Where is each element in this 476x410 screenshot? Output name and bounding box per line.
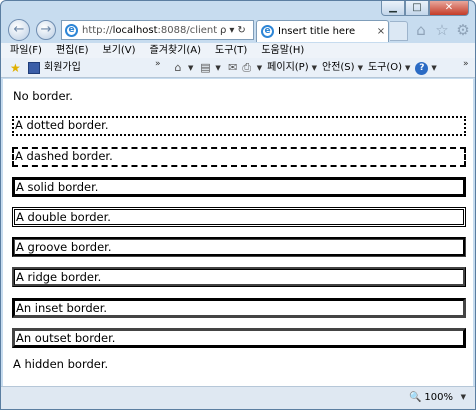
example-outset-border: An outset border. [12,328,466,348]
maximize-button[interactable]: □ [405,1,429,16]
cmd-print-button[interactable]: ⎙ ▼ [240,61,267,75]
help-icon: ? [415,61,429,75]
refresh-icon[interactable]: ↻ [237,25,245,36]
close-button[interactable]: ✕ [429,1,469,16]
cmd-safety-menu[interactable]: 안전(S) ▼ [322,61,368,75]
command-bar: ★ 회원가입 » » ⌂ ▼ ▤ ▼ ✉ ⎙ ▼ 페이지(P) ▼ 안전(S) ▼ 도구(… [1,58,475,78]
mail-icon: ✉ [228,61,238,74]
minimize-button[interactable]: ▁ [381,1,405,16]
chevron-down-icon: ▼ [405,64,411,72]
navigation-bar: ← → e http://localhost:8088/clientweb/cs… [1,17,475,43]
feeds-icon: ▤ [200,61,211,74]
site-icon [28,61,40,74]
print-icon: ⎙ [242,61,252,74]
address-dropdown-icon[interactable]: ▾ [229,25,234,36]
tools-gear-icon[interactable]: ⚙ [455,21,471,39]
cmd-home-button[interactable]: ⌂ ▼ [171,61,198,75]
tab-page-icon: e [261,25,274,38]
example-dotted-border: A dotted border. [12,116,466,136]
commands-overflow-chevron-icon[interactable]: » [463,59,469,69]
menu-file[interactable]: 파일(F) [10,43,42,58]
back-button[interactable]: ← [8,19,30,41]
menu-bar: 파일(F) 편집(E) 보기(V) 즐겨찾기(A) 도구(T) 도움말(H) [1,43,475,58]
cmd-help-menu[interactable]: ? ▼ [415,61,441,75]
menu-view[interactable]: 보기(V) [103,43,136,58]
home-icon[interactable]: ⌂ [413,21,429,39]
favorite-site-link[interactable]: 회원가입 [28,61,81,74]
forward-button[interactable]: → [36,20,56,40]
favorites-star-icon[interactable]: ☆ [434,21,450,39]
cmd-mail-button[interactable]: ✉ [226,61,240,75]
example-double-border: A double border. [12,207,466,227]
example-dashed-border: A dashed border. [12,147,466,167]
menu-favorites[interactable]: 즐겨찾기(A) [150,43,201,58]
chevron-down-icon: ▼ [431,64,437,72]
tab-insert-title[interactable]: e Insert title here × [256,20,389,42]
address-url[interactable]: http://localhost:8088/clientweb/cs [82,25,217,36]
search-icon[interactable]: ρ [220,25,226,36]
chevron-down-icon: ▼ [215,64,221,72]
chevron-down-icon: ▼ [357,64,363,72]
example-solid-border: A solid border. [12,177,466,197]
cmd-safety-label: 안전(S) [322,62,355,73]
zoom-control[interactable]: 🔍 100% [409,392,453,403]
example-hidden-border: A hidden border. [13,357,109,371]
chevron-down-icon: ▼ [256,64,263,72]
zoom-level: 100% [424,392,453,403]
example-ridge-border: A ridge border. [12,267,466,287]
chevron-down-icon: ▼ [188,64,194,72]
command-items: ⌂ ▼ ▤ ▼ ✉ ⎙ ▼ 페이지(P) ▼ 안전(S) ▼ 도구(O) ▼ ? ▼ [171,61,442,75]
menu-tools[interactable]: 도구(T) [215,43,247,58]
cmd-page-menu[interactable]: 페이지(P) ▼ [267,61,322,75]
cmd-tools-label: 도구(O) [367,62,403,73]
ie-page-icon: e [65,23,78,37]
favorite-site-label: 회원가입 [44,62,81,73]
home-icon: ⌂ [174,61,182,74]
cmd-tools-menu[interactable]: 도구(O) ▼ [368,61,415,75]
tab-close-icon[interactable]: × [374,26,388,37]
caption-buttons: ▁ □ ✕ [381,1,469,17]
cmd-page-label: 페이지(P) [267,62,309,73]
example-groove-border: A groove border. [12,237,466,257]
example-inset-border: An inset border. [12,298,466,318]
chevron-down-icon: ▼ [311,64,317,72]
zoom-dropdown-icon[interactable]: ▼ [461,393,466,401]
menu-edit[interactable]: 편집(E) [56,43,89,58]
browser-right-icons: ⌂ ☆ ⚙ [413,21,471,39]
browser-window: ▁ □ ✕ ← → e http://localhost:8088/client… [0,0,476,410]
page-content: No border. A dotted border. A dashed bor… [3,79,473,386]
zoom-icon: 🔍 [408,392,422,403]
address-bar[interactable]: e http://localhost:8088/clientweb/cs ρ ▾… [61,20,254,40]
favorites-star-icon[interactable]: ★ [10,61,21,75]
menu-help[interactable]: 도움말(H) [261,43,304,58]
new-tab-button[interactable] [390,21,408,41]
tab-title: Insert title here [278,26,356,37]
cmd-feeds-button[interactable]: ▤ ▼ [198,61,225,75]
example-no-border: No border. [13,89,73,103]
status-bar: 🔍 100% ▼ [1,386,475,409]
favorites-overflow-chevron-icon[interactable]: » [155,59,161,69]
